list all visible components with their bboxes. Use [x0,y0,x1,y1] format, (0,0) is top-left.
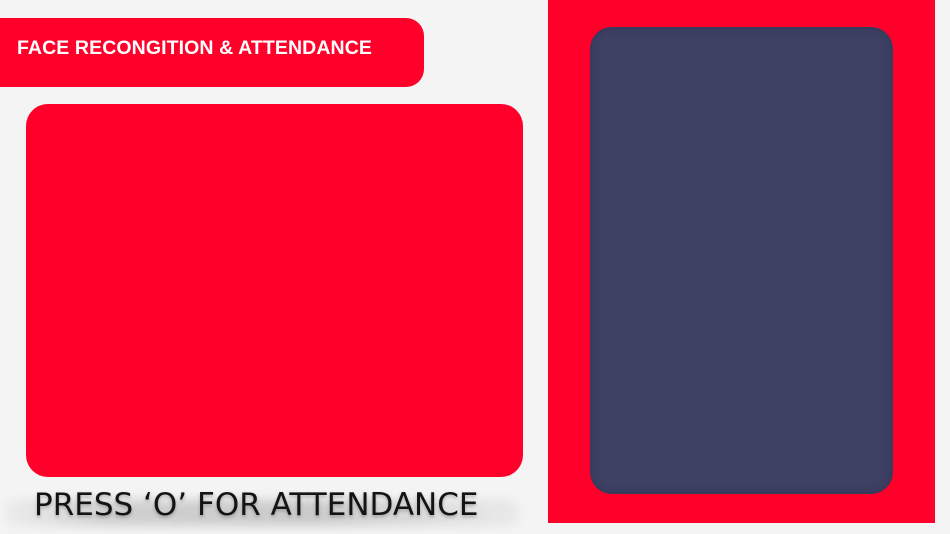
title-banner: FACE RECONGITION & ATTENDANCE [0,18,424,87]
side-frame [548,0,935,523]
instruction-area: PRESS ‘O’ FOR ATTENDANCE [0,482,540,532]
attendance-instruction: PRESS ‘O’ FOR ATTENDANCE [34,487,479,523]
camera-feed-panel [26,104,523,477]
app-title: FACE RECONGITION & ATTENDANCE [17,37,372,59]
student-info-panel [590,27,893,494]
